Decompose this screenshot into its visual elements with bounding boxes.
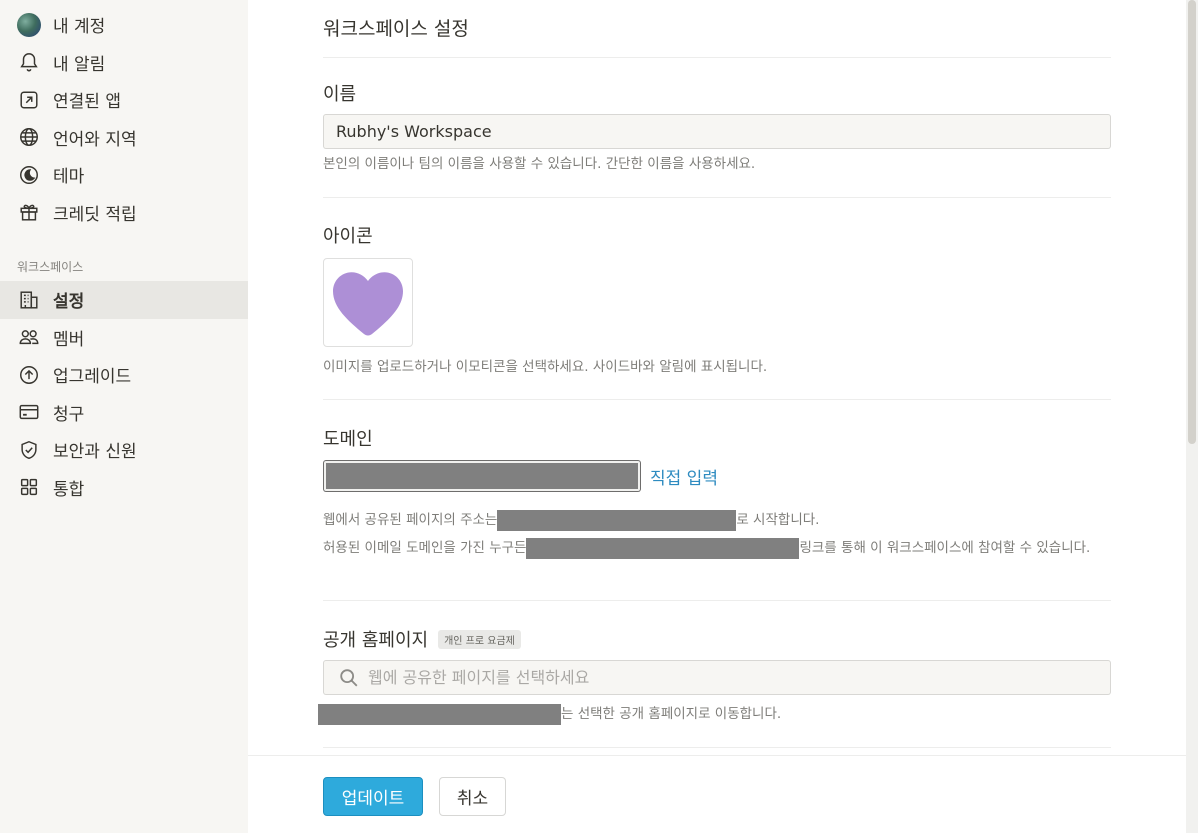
sidebar-item-my-account[interactable]: 내 계정: [0, 6, 248, 44]
sidebar-item-label: 멤버: [53, 329, 85, 350]
sidebar-item-label: 테마: [53, 167, 85, 188]
divider: [323, 399, 1111, 400]
credit-card-icon: [17, 400, 41, 424]
scrollbar[interactable]: [1186, 0, 1198, 833]
custom-domain-link[interactable]: 직접 입력: [650, 464, 718, 489]
sidebar-item-members[interactable]: 멤버: [0, 319, 248, 357]
sidebar-item-integrations[interactable]: 통합: [0, 469, 248, 507]
redacted-block: [497, 509, 737, 531]
domain-label: 도메인: [323, 429, 373, 450]
gift-icon: [17, 200, 41, 224]
upgrade-arrow-icon: [17, 363, 41, 387]
join-help-suffix: 링크를 통해 이 워크스페이스에 참여할 수 있습니다.: [799, 540, 1091, 556]
members-icon: [17, 325, 41, 349]
homepage-search-input[interactable]: [368, 668, 1088, 687]
building-icon: [17, 288, 41, 312]
sidebar-item-label: 내 계정: [53, 17, 106, 38]
sidebar-item-billing[interactable]: 청구: [0, 394, 248, 432]
shield-check-icon: [17, 438, 41, 462]
scrollbar-thumb[interactable]: [1188, 0, 1196, 444]
sidebar-item-connected-apps[interactable]: 연결된 앱: [0, 81, 248, 119]
workspace-name-input[interactable]: [323, 114, 1111, 149]
plan-badge: 개인 프로 요금제: [438, 629, 521, 649]
sidebar-item-label: 보안과 신원: [53, 442, 137, 463]
name-label: 이름: [323, 84, 357, 105]
icon-help-text: 이미지를 업로드하거나 이모티콘을 선택하세요. 사이드바와 알림에 표시됩니다…: [323, 359, 768, 375]
divider: [323, 600, 1111, 601]
public-homepage-title: 공개 홈페이지: [323, 630, 429, 651]
join-help-prefix: 허용된 이메일 도메인을 가진 누구든: [323, 540, 527, 556]
public-homepage-label: 공개 홈페이지 개인 프로 요금제: [323, 626, 521, 652]
grid-icon: [17, 475, 41, 499]
domain-input[interactable]: [323, 460, 641, 492]
search-icon: [340, 668, 358, 686]
sidebar-item-notifications[interactable]: 내 알림: [0, 44, 248, 82]
sidebar-item-label: 연결된 앱: [53, 92, 121, 113]
domain-help-suffix: 로 시작합니다.: [736, 512, 820, 528]
divider: [323, 747, 1111, 748]
settings-main: 워크스페이스 설정 이름 본인의 이름이나 팀의 이름을 사용할 수 있습니다.…: [248, 0, 1186, 755]
page-title: 워크스페이스 설정: [323, 18, 469, 40]
moon-icon: [17, 163, 41, 187]
domain-join-help-text: 허용된 이메일 도메인을 가진 누구든 링크를 통해 이 워크스페이스에 참여할 …: [323, 537, 1113, 559]
sidebar-item-label: 업그레이드: [53, 367, 132, 388]
sidebar-item-language-region[interactable]: 언어와 지역: [0, 119, 248, 157]
redacted-block: [526, 537, 800, 559]
sidebar-item-credits[interactable]: 크레딧 적립: [0, 194, 248, 232]
settings-sidebar: 내 계정 내 알림 연결된 앱 언어와 지역 테마 크레딧 적립 워크스페이스: [0, 0, 248, 833]
sidebar-item-settings[interactable]: 설정: [0, 281, 248, 319]
avatar: [17, 12, 41, 37]
sidebar-item-label: 언어와 지역: [53, 129, 137, 150]
workspace-icon-picker[interactable]: [323, 258, 413, 347]
update-button[interactable]: 업데이트: [323, 777, 423, 816]
homepage-help-text: 는 선택한 공개 홈페이지로 이동합니다.: [318, 703, 1106, 725]
name-help-text: 본인의 이름이나 팀의 이름을 사용할 수 있습니다. 간단한 이름을 사용하세…: [323, 156, 756, 172]
icon-label: 아이콘: [323, 226, 373, 247]
external-link-icon: [17, 88, 41, 112]
homepage-help-suffix: 는 선택한 공개 홈페이지로 이동합니다.: [561, 706, 782, 722]
cancel-button[interactable]: 취소: [439, 777, 506, 816]
sidebar-item-label: 청구: [53, 404, 85, 425]
sidebar-item-label: 내 알림: [53, 54, 106, 75]
sidebar-item-label: 통합: [53, 479, 85, 500]
sidebar-item-label: 크레딧 적립: [53, 204, 137, 225]
sidebar-item-label: 설정: [53, 292, 85, 313]
divider: [323, 57, 1111, 58]
purple-heart-icon: [333, 271, 403, 336]
domain-help-prefix: 웹에서 공유된 페이지의 주소는: [323, 512, 498, 528]
sidebar-item-theme[interactable]: 테마: [0, 156, 248, 194]
globe-icon: [17, 125, 41, 149]
settings-footer: 업데이트 취소: [248, 755, 1186, 833]
bell-icon: [17, 50, 41, 74]
sidebar-section-heading: 워크스페이스: [17, 259, 84, 274]
domain-help-text: 웹에서 공유된 페이지의 주소는 로 시작합니다.: [323, 509, 1111, 531]
sidebar-item-upgrade[interactable]: 업그레이드: [0, 356, 248, 394]
redacted-block: [318, 703, 561, 725]
sidebar-item-security[interactable]: 보안과 신원: [0, 431, 248, 469]
divider: [323, 197, 1111, 198]
homepage-search-box[interactable]: [323, 660, 1111, 695]
